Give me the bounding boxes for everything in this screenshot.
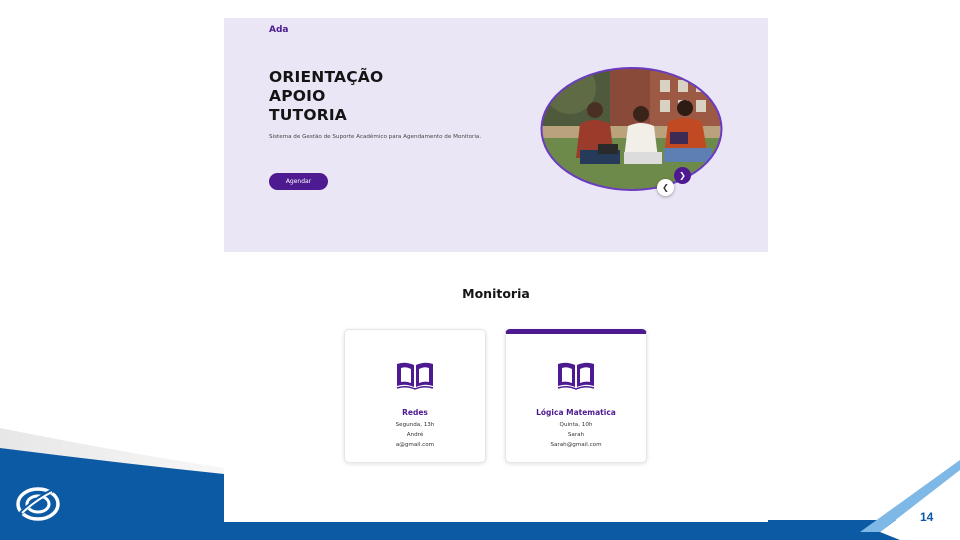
open-book-icon [396, 362, 434, 390]
students-photo [540, 67, 723, 191]
hero-title-line: APOIO [269, 87, 326, 105]
monitoring-card[interactable]: Lógica Matematica Quinta, 10h Sarah Sara… [505, 329, 647, 463]
hero-section: Ada ORIENTAÇÃO APOIO TUTORIA Sistema de … [224, 18, 768, 252]
open-book-icon [557, 362, 595, 390]
card-details: Lógica Matematica Quinta, 10h Sarah Sara… [506, 408, 646, 450]
slide-page-number: 14 [920, 510, 934, 524]
hero-title: ORIENTAÇÃO APOIO TUTORIA [269, 68, 383, 125]
card-subject: Redes [402, 408, 428, 417]
hero-title-line: TUTORIA [269, 106, 348, 124]
section-title: Monitoria [462, 286, 530, 301]
institution-logo-icon [16, 487, 60, 521]
chevron-left-icon: ❮ [662, 182, 669, 192]
website-screenshot: Ada ORIENTAÇÃO APOIO TUTORIA Sistema de … [224, 18, 768, 522]
card-email: a@gmail.com [395, 442, 435, 448]
carousel-next-button[interactable]: ❯ [674, 167, 691, 184]
schedule-button[interactable]: Agendar [269, 173, 328, 190]
chevron-right-icon: ❯ [679, 170, 686, 180]
card-schedule: Quinta, 10h [559, 422, 593, 428]
card-subject: Lógica Matematica [536, 408, 616, 417]
brand-logo[interactable]: Ada [269, 25, 288, 35]
monitoring-card[interactable]: Redes Segunda, 13h André a@gmail.com [344, 329, 486, 463]
hero-title-line: ORIENTAÇÃO [269, 68, 384, 86]
card-tutor: Sarah [567, 432, 585, 438]
card-tutor: André [406, 432, 424, 438]
hero-description: Sistema de Gestão de Suporte Acadêmico p… [269, 134, 482, 140]
card-schedule: Segunda, 13h [395, 422, 435, 428]
card-details: Redes Segunda, 13h André a@gmail.com [345, 408, 485, 450]
card-email: Sarah@gmail.com [550, 442, 602, 448]
carousel-prev-button[interactable]: ❮ [657, 179, 674, 196]
